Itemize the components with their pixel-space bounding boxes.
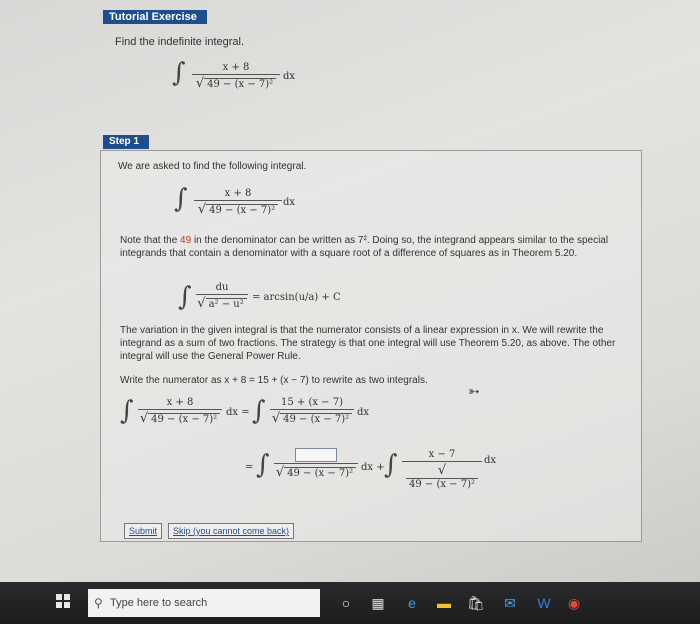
problem-prompt: Find the indefinite integral. — [115, 36, 245, 48]
integral-sign: ∫ — [256, 450, 270, 480]
task-view-icon[interactable]: ▦ — [368, 593, 388, 613]
rewrite-paragraph: Write the numerator as x + 8 = 15 + (x −… — [120, 375, 428, 386]
integral-sign: ∫ — [178, 282, 192, 312]
eq2-dx-plus: dx + — [361, 462, 385, 473]
skip-button[interactable]: Skip (you cannot come back) — [168, 523, 295, 539]
tutorial-page: Tutorial Exercise Find the indefinite in… — [0, 0, 700, 582]
integral-sign: ∫ — [172, 58, 186, 88]
eq2-dx: dx — [484, 455, 497, 466]
eq1-dx: dx — [357, 407, 370, 418]
integral-sign: ∫ — [174, 184, 188, 214]
step-fraction: x + 8 √ 49 − (x − 7)² — [194, 188, 282, 217]
file-explorer-icon[interactable]: ▬ — [434, 593, 454, 613]
eq1-dx-equals: dx = — [226, 407, 250, 418]
taskbar-search-input[interactable]: Type here to search — [88, 589, 320, 617]
tutorial-header: Tutorial Exercise — [103, 10, 207, 24]
edge-browser-icon[interactable]: e — [402, 593, 422, 613]
theorem-fraction: du √ a² − u² — [196, 282, 248, 311]
variation-paragraph: The variation in the given integral is t… — [120, 325, 616, 362]
problem-numerator: x + 8 — [222, 62, 250, 73]
note-highlight: 49 — [180, 235, 192, 246]
eq2-second-fraction: x − 7 √49 − (x − 7)² — [402, 449, 482, 490]
step-dx: dx — [283, 197, 296, 208]
eq2-first-fraction: √ 49 − (x − 7)² — [274, 448, 358, 480]
integral-sign: ∫ — [252, 396, 266, 426]
problem-fraction: x + 8 √ 49 − (x − 7)² — [192, 62, 280, 91]
chrome-icon[interactable]: ◉ — [564, 593, 584, 613]
problem-dx: dx — [283, 71, 296, 82]
windows-start-icon[interactable] — [56, 594, 70, 608]
problem-denominator: 49 − (x − 7)² — [204, 78, 277, 90]
eq2-equals: = — [245, 462, 254, 473]
submit-button[interactable]: Submit — [124, 523, 163, 539]
search-icon: ⚲ — [94, 596, 103, 610]
answer-input[interactable] — [295, 448, 337, 462]
step-intro: We are asked to find the following integ… — [118, 161, 307, 172]
mouse-cursor-icon: ➳ — [468, 383, 480, 399]
note-paragraph: Note that the 49 in the denominator can … — [120, 235, 609, 259]
theorem-result: = arcsin(u/a) + C — [252, 292, 341, 303]
step-tab: Step 1 — [103, 135, 149, 149]
integral-sign: ∫ — [384, 450, 398, 480]
integral-sign: ∫ — [120, 396, 134, 426]
mail-icon[interactable]: ✉ — [500, 593, 520, 613]
eq1-left-fraction: x + 8 √ 49 − (x − 7)² — [138, 397, 222, 426]
cortana-icon[interactable]: ○ — [336, 593, 356, 613]
eq1-right-fraction: 15 + (x − 7) √ 49 − (x − 7)² — [270, 397, 354, 426]
word-icon[interactable]: W — [534, 593, 554, 613]
store-icon[interactable]: 🛍 — [466, 593, 486, 613]
